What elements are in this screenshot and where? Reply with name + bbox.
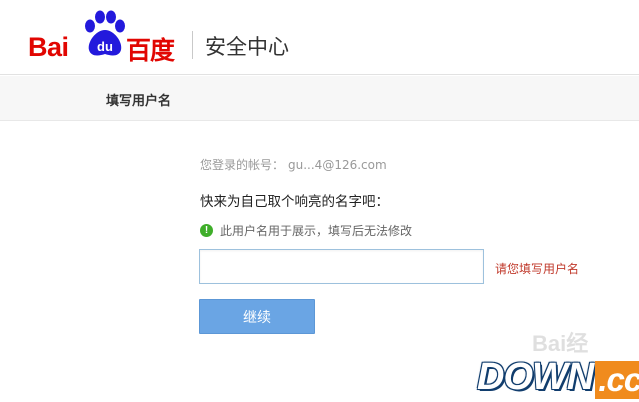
down-watermark-text: DOWN [477, 356, 594, 398]
hint-text: 此用户名用于展示，填写后无法修改 [220, 224, 413, 238]
step-bar: 填写用户名 [0, 76, 639, 121]
baidu-watermark-text: Bai经 [532, 331, 589, 356]
header-divider [192, 31, 193, 59]
info-check-icon: ! [200, 224, 213, 237]
logo-cn-text: 百度 [126, 36, 175, 65]
username-hint: ! 此用户名用于展示，填写后无法修改 [200, 222, 412, 239]
cc-watermark-text: .cc [595, 361, 639, 399]
account-label: 您登录的帐号： [200, 158, 285, 172]
form-heading: 快来为自己取个响亮的名字吧： [200, 194, 389, 210]
baidu-watermark: Bai经 [532, 318, 639, 358]
page-header: Bai du 百度 安全中心 [0, 0, 639, 75]
username-input[interactable] [199, 249, 484, 284]
account-info: 您登录的帐号： gu...4@126.com [200, 156, 387, 173]
baidu-logo[interactable]: Bai du 百度 [28, 8, 178, 65]
error-message: 请您填写用户名 [495, 262, 580, 276]
continue-button[interactable]: 继续 [199, 299, 315, 334]
logo-du-text: du [97, 39, 113, 54]
down-cc-watermark: DOWN .cc [477, 355, 639, 399]
tab-fill-username: 填写用户名 [106, 94, 172, 109]
page-title: 安全中心 [205, 35, 289, 59]
logo-bai-text: Bai [28, 32, 69, 62]
account-value: gu...4@126.com [288, 158, 387, 172]
